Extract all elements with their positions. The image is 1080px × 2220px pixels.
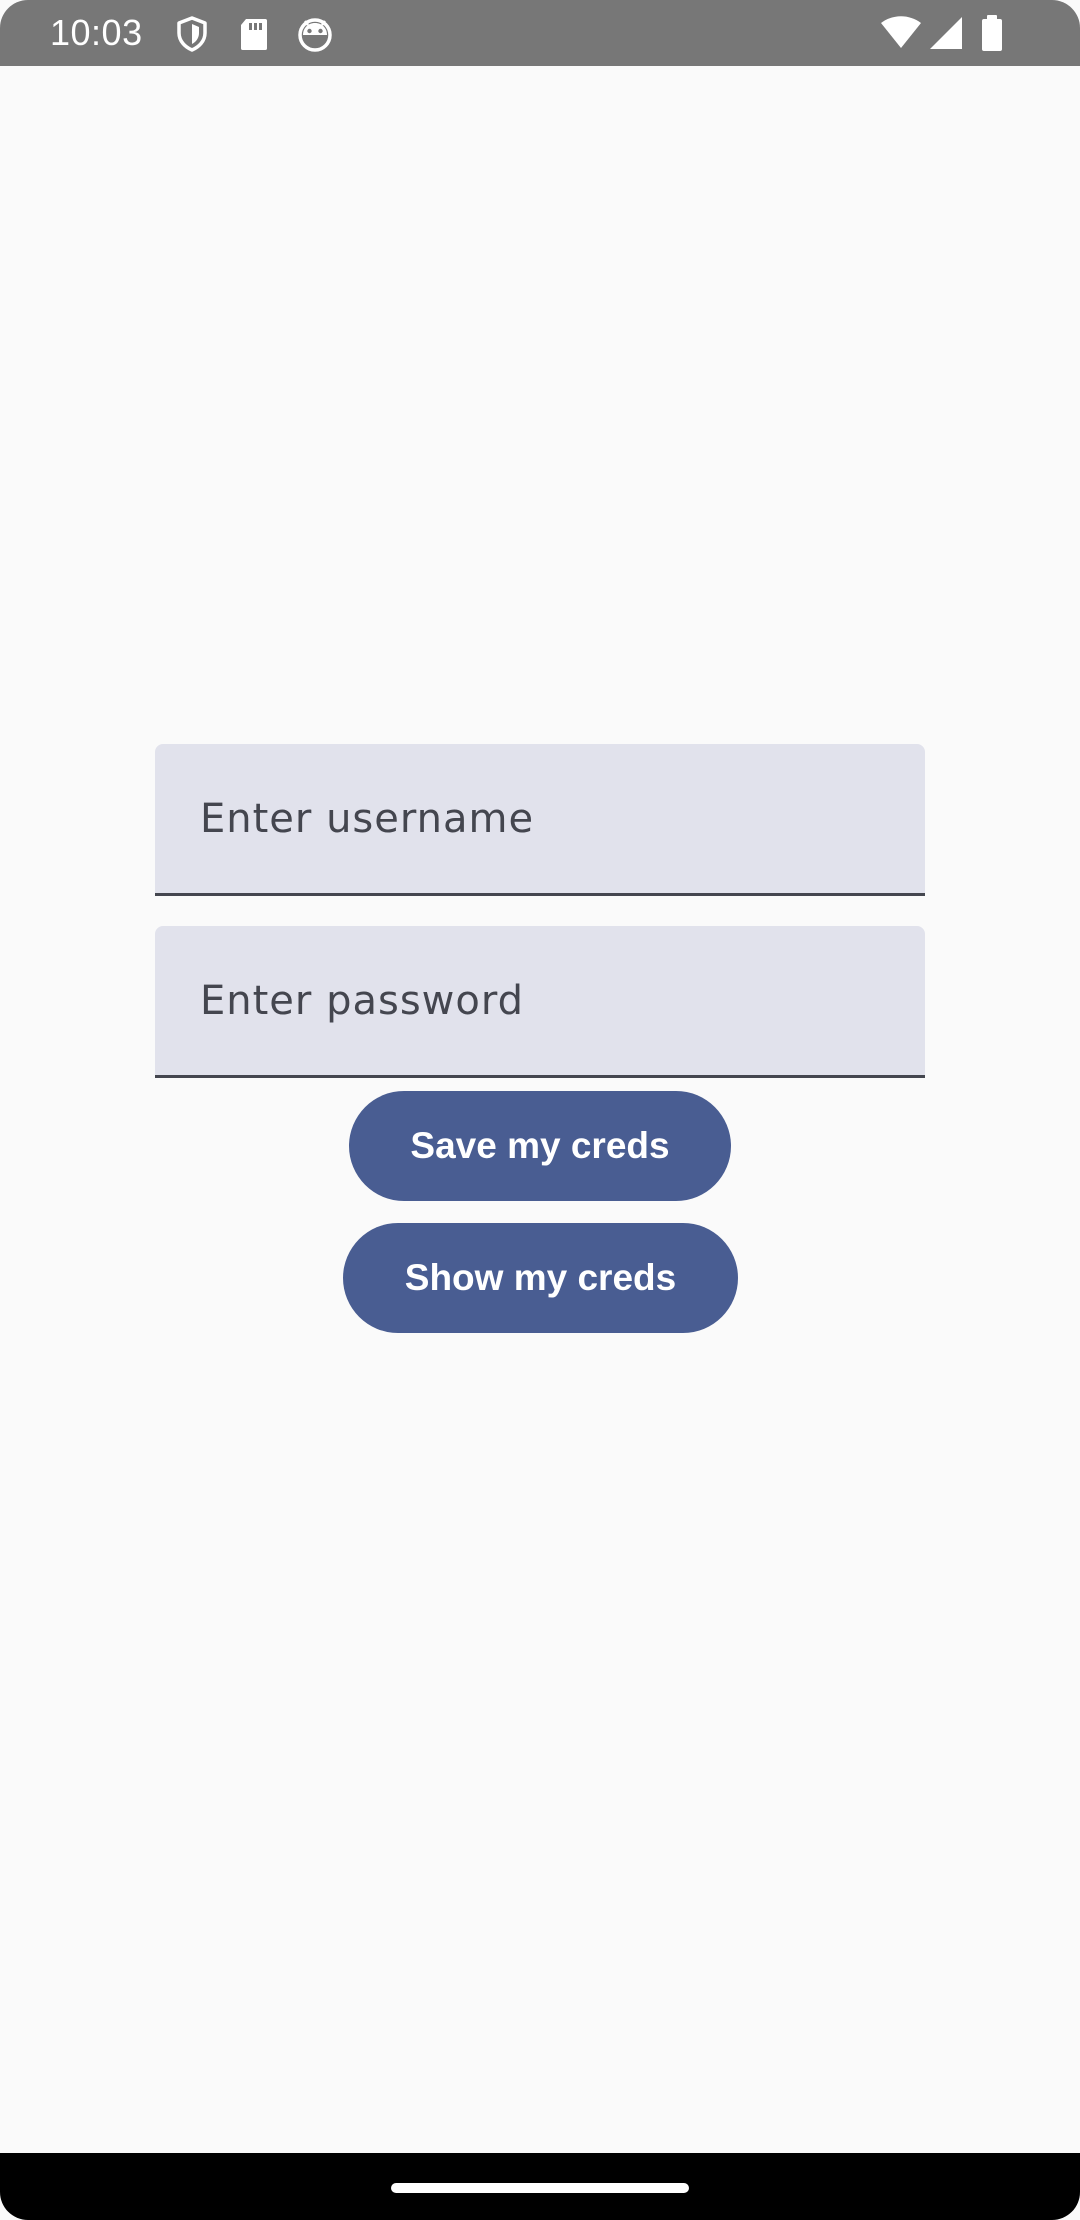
password-field[interactable] [155,926,925,1078]
status-time: 10:03 [50,12,143,53]
sd-card-icon [234,14,274,54]
android-face-icon [295,14,335,54]
shield-icon [172,14,212,54]
battery-icon [977,14,1007,54]
status-bar: 10:03 [0,0,1080,66]
cell-signal-icon [926,14,966,54]
username-field[interactable] [155,744,925,896]
password-input[interactable] [155,926,925,1075]
show-creds-button[interactable]: Show my creds [343,1223,738,1333]
home-gesture-handle[interactable] [391,2183,689,2193]
username-input[interactable] [155,744,925,893]
navigation-bar [0,2153,1080,2220]
save-creds-button[interactable]: Save my creds [349,1091,731,1201]
wifi-icon [879,14,923,54]
